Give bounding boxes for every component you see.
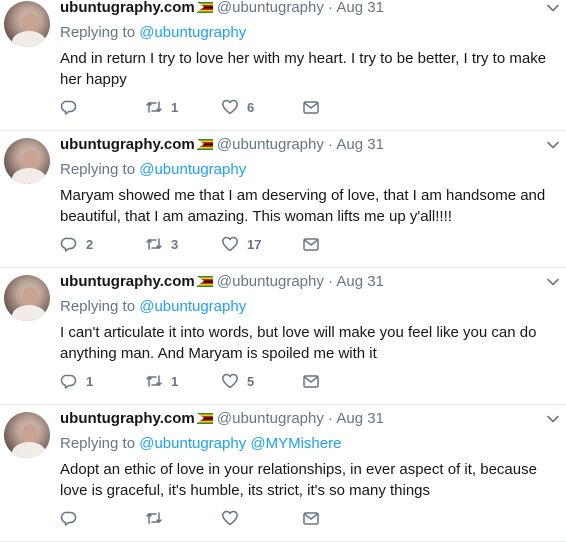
- retweet-icon: [146, 101, 162, 113]
- like-button[interactable]: 5: [221, 371, 254, 391]
- replying-to: Replying to @ubuntugraphy @MYMishere: [60, 435, 341, 452]
- mention-link[interactable]: @ubuntugraphy: [139, 298, 246, 315]
- tweet[interactable]: ubuntugraphy.com @ubuntugraphy · Aug 31 …: [0, 132, 566, 268]
- chevron-down-icon[interactable]: [546, 275, 560, 289]
- direct-message-button[interactable]: [302, 234, 320, 254]
- replying-to-prefix: Replying to: [60, 435, 136, 452]
- retweet-icon: [146, 512, 162, 524]
- chevron-down-icon[interactable]: [546, 1, 560, 15]
- like-count: 17: [247, 236, 262, 252]
- retweet-icon: [146, 238, 162, 250]
- zimbabwe-flag-icon: [196, 139, 213, 150]
- retweet-button[interactable]: 3: [145, 234, 178, 254]
- reply-button[interactable]: 1: [60, 371, 93, 391]
- retweet-count: 1: [171, 99, 179, 115]
- like-button[interactable]: [221, 508, 247, 528]
- direct-message-button[interactable]: [302, 371, 320, 391]
- reply-icon: [60, 100, 77, 115]
- retweet-count: 3: [171, 236, 179, 252]
- mention-link[interactable]: @ubuntugraphy: [139, 24, 246, 41]
- heart-icon: [222, 510, 238, 526]
- replying-to: Replying to @ubuntugraphy: [60, 298, 246, 315]
- retweet-button[interactable]: [145, 508, 171, 528]
- replying-to: Replying to @ubuntugraphy: [60, 161, 246, 178]
- chevron-down-icon[interactable]: [546, 412, 560, 426]
- retweet-button[interactable]: 1: [145, 97, 178, 117]
- tweet-header: ubuntugraphy.com @ubuntugraphy · Aug 31: [60, 273, 384, 290]
- tweet-text: Maryam showed me that I am deserving of …: [60, 187, 546, 225]
- display-name[interactable]: ubuntugraphy.com: [60, 273, 195, 290]
- reply-button[interactable]: 2: [60, 234, 93, 254]
- replying-to-prefix: Replying to: [60, 24, 136, 41]
- tweet-date[interactable]: Aug 31: [336, 410, 384, 427]
- envelope-icon: [303, 101, 319, 114]
- reply-icon: [60, 237, 77, 252]
- avatar[interactable]: [4, 1, 50, 47]
- tweet-text: And in return I try to love her with my …: [60, 50, 547, 88]
- tweet[interactable]: ubuntugraphy.com @ubuntugraphy · Aug 31 …: [0, 269, 566, 405]
- reply-icon: [60, 511, 77, 526]
- replying-to: Replying to @ubuntugraphy: [60, 24, 246, 41]
- tweet-date[interactable]: Aug 31: [336, 273, 384, 290]
- replying-to-prefix: Replying to: [60, 298, 136, 315]
- display-name[interactable]: ubuntugraphy.com: [60, 0, 195, 16]
- retweet-button[interactable]: 1: [145, 371, 178, 391]
- avatar[interactable]: [4, 275, 50, 321]
- reply-icon: [60, 374, 77, 389]
- retweet-icon: [146, 375, 162, 387]
- zimbabwe-flag-icon: [196, 276, 213, 287]
- separator-dot: ·: [328, 410, 334, 427]
- zimbabwe-flag-icon: [196, 413, 213, 424]
- heart-icon: [222, 99, 238, 115]
- zimbabwe-flag-icon: [196, 2, 213, 13]
- envelope-icon: [303, 375, 319, 388]
- envelope-icon: [303, 238, 319, 251]
- direct-message-button[interactable]: [302, 508, 320, 528]
- direct-message-button[interactable]: [302, 97, 320, 117]
- tweet-header: ubuntugraphy.com @ubuntugraphy · Aug 31: [60, 136, 384, 153]
- tweet-date[interactable]: Aug 31: [336, 0, 384, 16]
- like-button[interactable]: 17: [221, 234, 261, 254]
- user-handle[interactable]: @ubuntugraphy: [217, 273, 324, 290]
- separator-dot: ·: [328, 273, 334, 290]
- reply-button[interactable]: [60, 508, 86, 528]
- avatar[interactable]: [4, 412, 50, 458]
- heart-icon: [222, 236, 238, 252]
- heart-icon: [222, 373, 238, 389]
- tweet[interactable]: ubuntugraphy.com @ubuntugraphy · Aug 31 …: [0, 406, 566, 542]
- separator-dot: ·: [328, 0, 334, 16]
- reply-button[interactable]: [60, 97, 86, 117]
- retweet-count: 1: [171, 373, 179, 389]
- mention-link[interactable]: @ubuntugraphy: [139, 435, 246, 452]
- user-handle[interactable]: @ubuntugraphy: [217, 0, 324, 16]
- tweet-date[interactable]: Aug 31: [336, 136, 384, 153]
- tweet-text: Adopt an ethic of love in your relations…: [60, 461, 537, 499]
- avatar[interactable]: [4, 138, 50, 184]
- separator-dot: ·: [328, 136, 334, 153]
- mention-link[interactable]: @MYMishere: [250, 435, 341, 452]
- like-count: 6: [247, 99, 255, 115]
- like-button[interactable]: 6: [221, 97, 254, 117]
- tweet-text: I can't articulate it into words, but lo…: [60, 324, 537, 362]
- tweet-header: ubuntugraphy.com @ubuntugraphy · Aug 31: [60, 410, 384, 427]
- user-handle[interactable]: @ubuntugraphy: [217, 410, 324, 427]
- chevron-down-icon[interactable]: [546, 138, 560, 152]
- display-name[interactable]: ubuntugraphy.com: [60, 136, 195, 153]
- user-handle[interactable]: @ubuntugraphy: [217, 136, 324, 153]
- tweet[interactable]: ubuntugraphy.com @ubuntugraphy · Aug 31 …: [0, 0, 566, 131]
- reply-count: 1: [86, 373, 94, 389]
- mention-link[interactable]: @ubuntugraphy: [139, 161, 246, 178]
- replying-to-prefix: Replying to: [60, 161, 136, 178]
- envelope-icon: [303, 512, 319, 525]
- tweet-header: ubuntugraphy.com @ubuntugraphy · Aug 31: [60, 0, 384, 16]
- reply-count: 2: [86, 236, 94, 252]
- like-count: 5: [247, 373, 255, 389]
- display-name[interactable]: ubuntugraphy.com: [60, 410, 195, 427]
